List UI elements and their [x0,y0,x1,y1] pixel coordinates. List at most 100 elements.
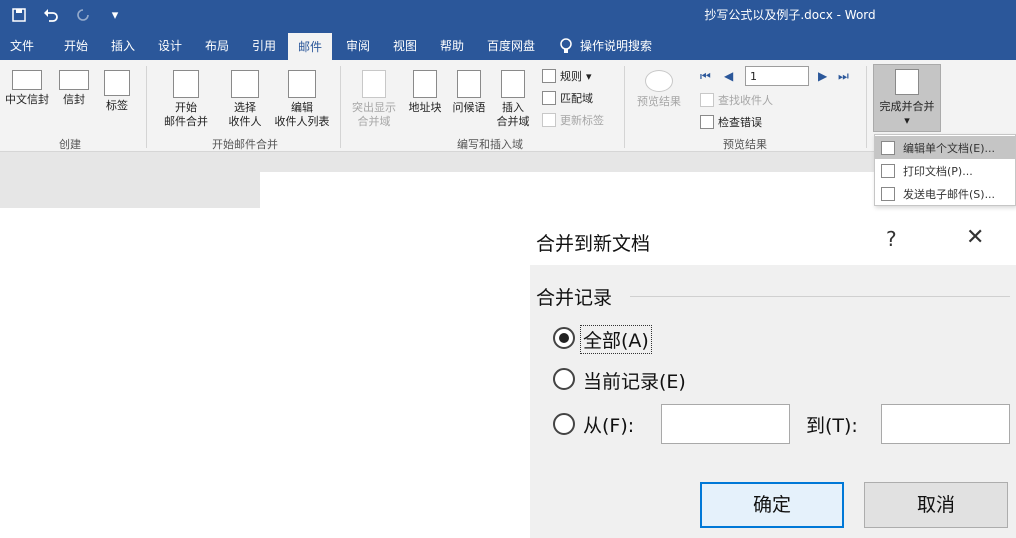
print-icon [881,163,895,178]
group-separator [866,66,867,148]
chinese-envelope-label: 中文信封 [5,93,49,106]
save-icon[interactable] [8,4,30,26]
labels-label: 标签 [106,99,128,112]
match-fields-icon [542,91,556,105]
recipients-icon [231,70,259,98]
start-merge-label-2: 邮件合并 [164,115,208,128]
tab-references[interactable]: 引用 [252,37,276,54]
email-icon [881,186,895,201]
address-block-label: 地址块 [408,101,442,114]
dialog-title: 合并到新文档 [536,233,651,255]
highlight-label-1: 突出显示 [352,101,396,114]
radio-from[interactable] [553,413,575,435]
group-create-label: 创建 [59,138,81,151]
first-record-icon[interactable]: ⏮ [700,69,711,84]
update-labels-icon [542,113,556,127]
start-mail-merge-button[interactable]: 开始 邮件合并 [156,70,216,129]
merge-records-group-label: 合并记录 [536,287,613,309]
envelope-button[interactable]: 信封 [56,70,92,107]
quick-access-toolbar: ▾ [8,4,126,26]
greeting-line-button[interactable]: 问候语 [448,70,490,115]
group-separator [624,66,625,148]
rules-button[interactable]: 规则 ▾ [542,68,592,84]
tell-me-label: 操作说明搜索 [580,39,653,53]
rules-label: 规则 [560,70,582,83]
tab-layout[interactable]: 布局 [205,37,229,54]
update-labels-button[interactable]: 更新标签 [542,112,604,128]
greeting-line-icon [457,70,481,98]
close-icon[interactable]: ✕ [966,225,984,250]
group-preview-label: 预览结果 [723,138,767,151]
radio-all-label[interactable]: 全部(A) [580,325,652,354]
address-block-icon [413,70,437,98]
insert-field-icon [501,70,525,98]
radio-from-label[interactable]: 从(F): [583,411,634,438]
highlight-merge-fields-button[interactable]: 突出显示 合并域 [346,70,402,129]
record-number-input[interactable]: 1 [745,66,809,86]
menu-item-label: 发送电子邮件(S)... [903,187,996,201]
ribbon-tabs: 文件 开始 插入 设计 布局 引用 邮件 审阅 视图 帮助 百度网盘 操作说明搜… [0,30,1016,60]
help-icon[interactable]: ? [886,227,897,251]
next-record-icon[interactable]: ▶ [818,69,827,83]
insert-field-label-1: 插入 [502,101,524,114]
to-record-input[interactable] [881,404,1010,444]
envelope-icon [12,70,42,90]
last-record-icon[interactable]: ⏭ [838,69,849,84]
group-separator [146,66,147,148]
menu-item-send-email[interactable]: 发送电子邮件(S)... [875,182,1015,205]
tab-insert[interactable]: 插入 [111,37,135,54]
find-recipient-button[interactable]: 查找收件人 [700,92,773,108]
check-errors-icon [700,115,714,129]
tab-home[interactable]: 开始 [64,37,88,54]
tab-file[interactable]: 文件 [10,37,34,54]
tell-me-search[interactable]: 操作说明搜索 [560,37,652,54]
edit-recipients-icon [288,70,316,98]
start-merge-label-1: 开始 [175,101,197,114]
highlight-label-2: 合并域 [357,115,391,128]
menu-item-print-documents[interactable]: 打印文档(P)... [875,159,1015,182]
customize-qat-icon[interactable]: ▾ [104,4,126,26]
document-icon [173,70,199,98]
finish-and-merge-button[interactable]: 完成并合并 ▾ [873,64,941,132]
labels-button[interactable]: 标签 [100,70,134,113]
check-errors-label: 检查错误 [718,116,762,129]
labels-icon [104,70,130,96]
edit-recipient-list-button[interactable]: 编辑 收件人列表 [272,70,332,129]
edit-recipients-label-2: 收件人列表 [274,115,330,128]
cancel-button[interactable]: 取消 [864,482,1008,528]
address-block-button[interactable]: 地址块 [404,70,446,115]
edit-recipients-label-1: 编辑 [291,101,313,114]
match-fields-button[interactable]: 匹配域 [542,90,593,106]
preview-results-button[interactable]: 预览结果 [632,70,686,109]
radio-all[interactable] [553,327,575,349]
radio-current-record-label[interactable]: 当前记录(E) [583,367,686,394]
tab-design[interactable]: 设计 [158,37,182,54]
insert-field-label-2: 合并域 [496,115,530,128]
dropdown-arrow-icon: ▾ [586,69,592,83]
tab-baidu-netdisk[interactable]: 百度网盘 [487,37,535,54]
redo-icon[interactable] [72,4,94,26]
finish-merge-menu: 编辑单个文档(E)... 打印文档(P)... 发送电子邮件(S)... [874,134,1016,206]
finish-merge-icon [895,69,919,95]
tab-help[interactable]: 帮助 [440,37,464,54]
check-errors-button[interactable]: 检查错误 [700,114,762,130]
match-fields-label: 匹配域 [560,92,593,105]
undo-icon[interactable] [40,4,62,26]
menu-item-edit-individual-documents[interactable]: 编辑单个文档(E)... [875,136,1015,159]
tab-view[interactable]: 视图 [393,37,417,54]
chinese-envelope-button[interactable]: 中文信封 [2,70,52,107]
rules-icon [542,69,556,83]
select-recipients-button[interactable]: 选择 收件人 [220,70,270,129]
to-label: 到(T): [806,415,858,437]
tab-mailings[interactable]: 邮件 [288,33,333,60]
ok-button[interactable]: 确定 [700,482,844,528]
menu-item-label: 打印文档(P)... [903,164,973,178]
magnifier-icon [645,70,673,92]
radio-current-record[interactable] [553,368,575,390]
insert-merge-field-button[interactable]: 插入 合并域 [490,70,536,129]
from-record-input[interactable] [661,404,790,444]
find-recipient-label: 查找收件人 [718,94,773,107]
previous-record-icon[interactable]: ◀ [724,69,733,83]
select-recipients-label-1: 选择 [234,101,256,114]
tab-review[interactable]: 审阅 [346,37,370,54]
